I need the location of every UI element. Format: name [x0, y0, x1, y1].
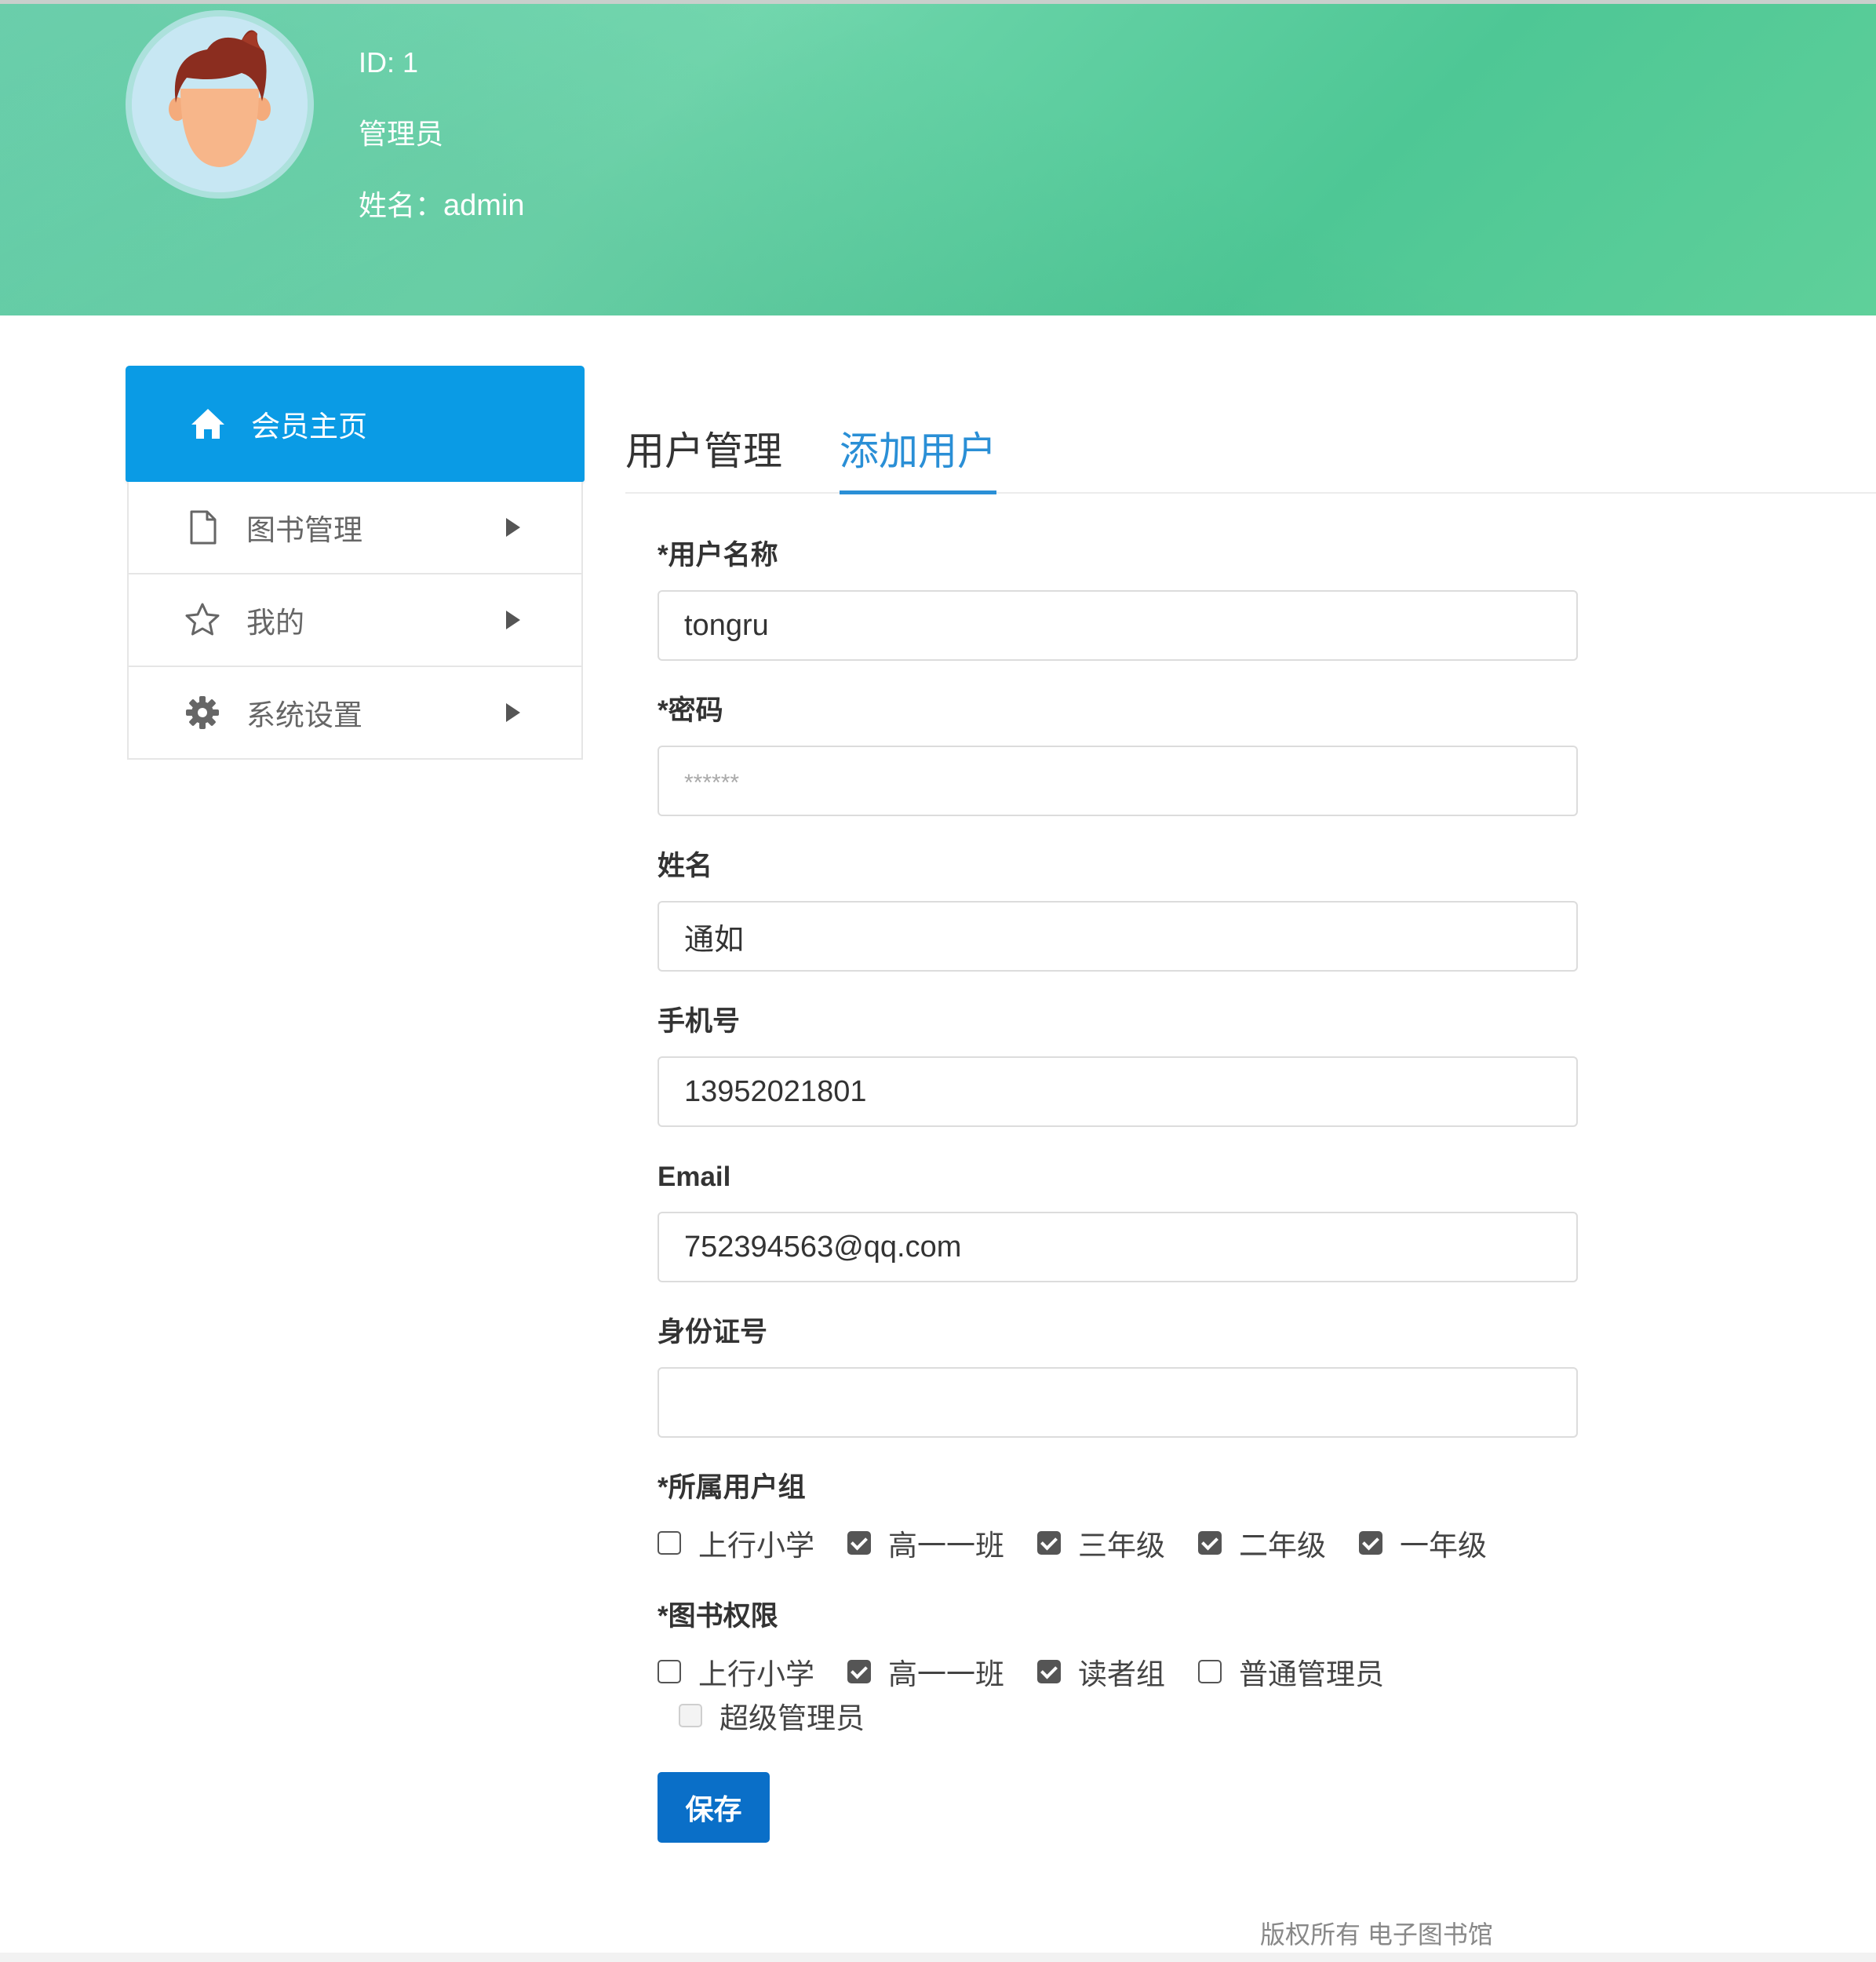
user-name-label: 姓名： — [359, 189, 444, 221]
user-role: 管理员 — [359, 118, 444, 150]
checkbox-label: 上行小学 — [698, 1530, 814, 1562]
book-permission-option[interactable]: 高一一班 — [847, 1650, 1004, 1694]
user-info: ID: 1 管理员 姓名：admin — [359, 39, 525, 253]
checkbox[interactable] — [658, 1660, 681, 1683]
user-name-line: 姓名：admin — [359, 182, 525, 253]
checkbox-label: 高一一班 — [888, 1530, 1004, 1562]
checkbox-label: 上行小学 — [698, 1658, 814, 1690]
book-permission-option[interactable]: 上行小学 — [658, 1650, 814, 1694]
checkbox-checked[interactable] — [847, 1531, 871, 1555]
user-group-option[interactable]: 高一一班 — [847, 1521, 1004, 1565]
checkbox-checked[interactable] — [1198, 1531, 1222, 1555]
realname-label: 姓名 — [658, 851, 713, 881]
checkbox-checked[interactable] — [1037, 1531, 1061, 1555]
sidebar-item-label: 图书管理 — [246, 514, 362, 546]
caret-right-icon — [506, 518, 520, 537]
home-icon — [191, 409, 224, 439]
checkbox[interactable] — [658, 1531, 681, 1555]
email-input[interactable] — [658, 1212, 1578, 1282]
book-permission-option[interactable]: 普通管理员 — [1198, 1650, 1384, 1694]
user-id: ID: 1 — [359, 46, 419, 78]
idcard-label: 身份证号 — [658, 1317, 768, 1348]
tab-user-management[interactable]: 用户管理 — [625, 424, 782, 491]
phone-label: 手机号 — [658, 1006, 741, 1037]
sidebar-item-member-home[interactable]: 会员主页 — [126, 366, 585, 482]
file-icon — [190, 510, 217, 545]
username-label: *用户名称 — [658, 540, 778, 571]
profile-header: ID: 1 管理员 姓名：admin — [0, 0, 1876, 315]
checkbox-label: 三年级 — [1078, 1530, 1165, 1562]
checkbox-disabled — [679, 1704, 702, 1727]
checkbox-label: 高一一班 — [888, 1658, 1004, 1690]
phone-input[interactable] — [658, 1056, 1578, 1127]
tab-bar: 用户管理 添加用户 — [625, 416, 1876, 494]
user-group-option[interactable]: 三年级 — [1037, 1521, 1165, 1565]
password-input[interactable] — [658, 746, 1578, 816]
checkbox-checked[interactable] — [1359, 1531, 1382, 1555]
user-name-value: admin — [443, 189, 525, 222]
book-permissions-checkboxes-line2: 超级管理员 — [658, 1694, 1620, 1738]
sidebar: 会员主页 图书管理 我的 系统设置 — [126, 366, 585, 760]
sidebar-item-book-management[interactable]: 图书管理 — [127, 482, 583, 574]
checkbox-label: 一年级 — [1400, 1530, 1487, 1562]
checkbox[interactable] — [1198, 1660, 1222, 1683]
gear-icon — [186, 696, 219, 729]
realname-input[interactable] — [658, 901, 1578, 972]
email-label: Email — [658, 1162, 731, 1192]
sidebar-item-label: 系统设置 — [246, 699, 362, 731]
checkbox-label: 普通管理员 — [1239, 1658, 1384, 1690]
tab-add-user[interactable]: 添加用户 — [840, 424, 996, 494]
username-input[interactable] — [658, 590, 1578, 661]
avatar-illustration — [132, 16, 308, 192]
sidebar-item-label: 我的 — [246, 607, 304, 639]
checkbox-checked[interactable] — [1037, 1660, 1061, 1683]
user-group-option[interactable]: 二年级 — [1198, 1521, 1326, 1565]
checkbox-label: 读者组 — [1078, 1658, 1165, 1690]
idcard-input[interactable] — [658, 1367, 1578, 1438]
save-button[interactable]: 保存 — [658, 1772, 770, 1843]
footer-copyright: 版权所有 电子图书馆 — [1260, 1920, 1493, 1949]
checkbox-checked[interactable] — [847, 1660, 871, 1683]
book-permissions-checkboxes: 上行小学 高一一班 读者组 普通管理员 — [658, 1650, 1599, 1694]
caret-right-icon — [506, 611, 520, 629]
book-permission-option: 超级管理员 — [679, 1694, 865, 1738]
password-label: *密码 — [658, 695, 723, 726]
user-group-option[interactable]: 一年级 — [1359, 1521, 1487, 1565]
book-permission-option[interactable]: 读者组 — [1037, 1650, 1165, 1694]
sidebar-item-system-settings[interactable]: 系统设置 — [127, 667, 583, 760]
user-groups-checkboxes: 上行小学 高一一班 三年级 二年级 一年级 — [658, 1521, 1599, 1565]
caret-right-icon — [506, 703, 520, 722]
avatar — [126, 10, 314, 199]
add-user-form: *用户名称 *密码 姓名 手机号 Email 身份证号 *所属用户组 上行小学 … — [658, 534, 1579, 1843]
user-group-option[interactable]: 上行小学 — [658, 1521, 814, 1565]
user-groups-label: *所属用户组 — [658, 1472, 806, 1503]
sidebar-item-label: 会员主页 — [251, 410, 367, 443]
checkbox-label: 超级管理员 — [719, 1702, 865, 1734]
page-bottom-border — [0, 1953, 1876, 1962]
checkbox-label: 二年级 — [1239, 1530, 1326, 1562]
book-permissions-label: *图书权限 — [658, 1601, 778, 1632]
star-icon — [185, 603, 220, 636]
sidebar-item-mine[interactable]: 我的 — [127, 574, 583, 667]
